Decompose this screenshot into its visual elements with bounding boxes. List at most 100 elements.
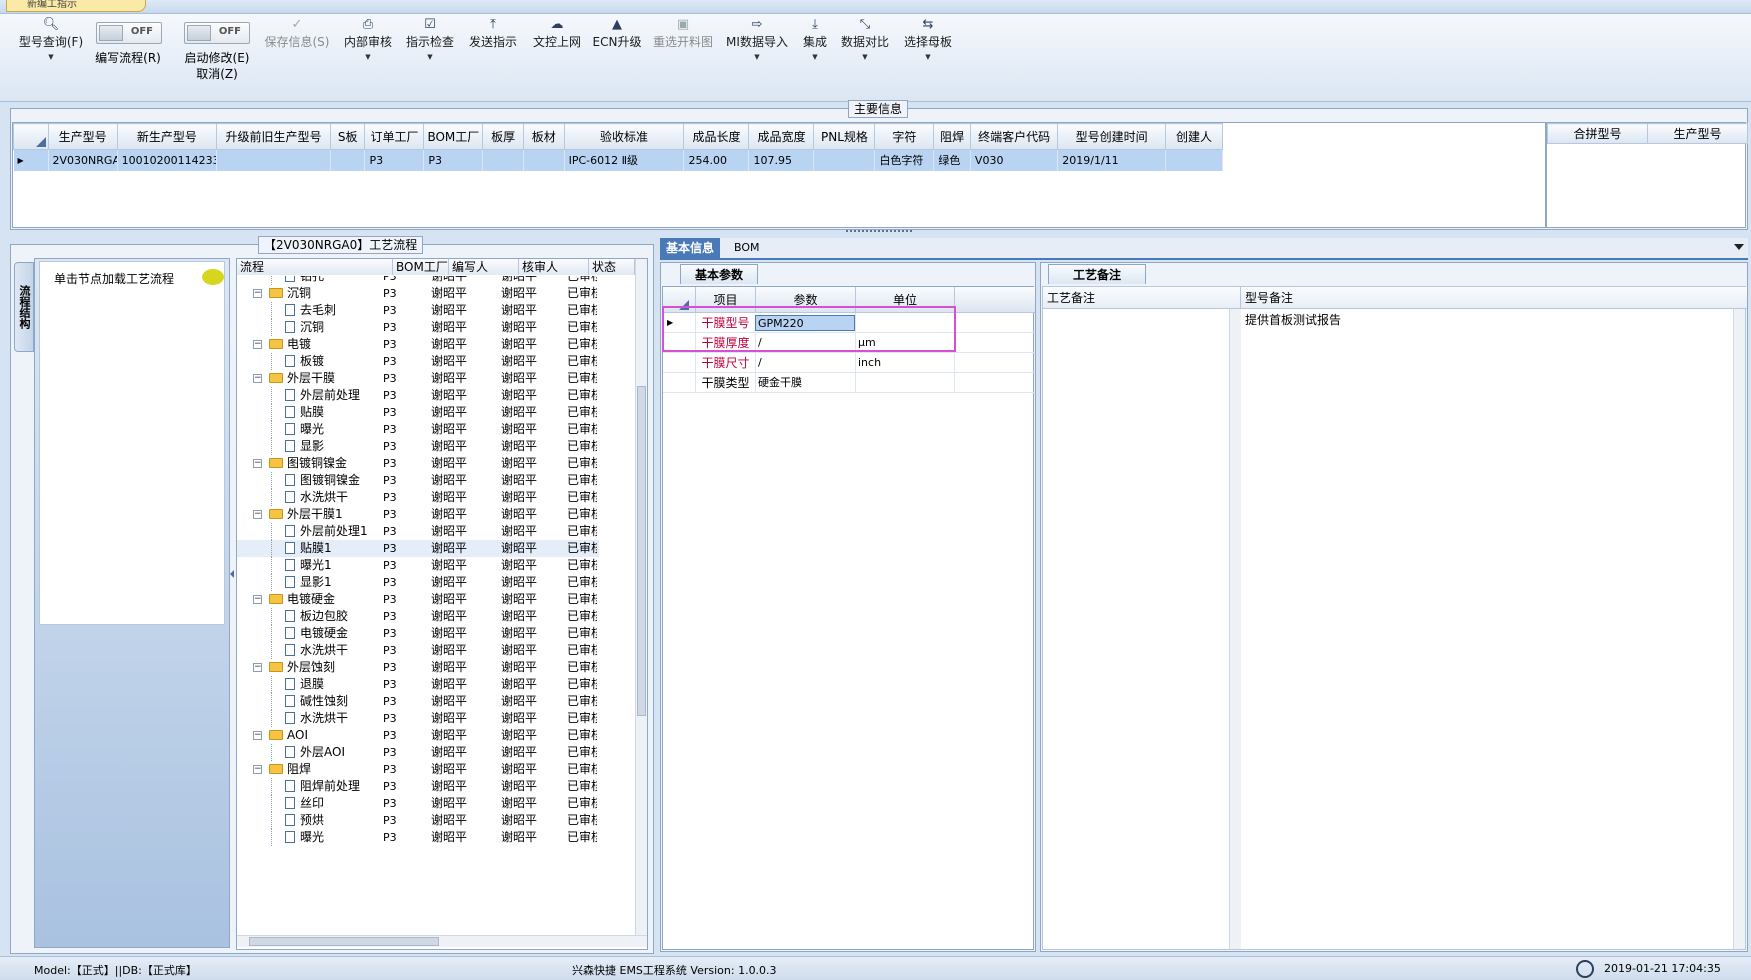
chevron-down-icon[interactable]: ▼ [404, 50, 456, 64]
tree-row[interactable]: 丝印 P3 谢昭平 谢昭平 已审核 [237, 795, 599, 812]
ecn-button[interactable]: ▲ ECN升级 [592, 16, 642, 50]
tree-row[interactable]: − AOI P3 谢昭平 谢昭平 已审核 [237, 727, 599, 744]
tree-row[interactable]: − 沉铜 P3 谢昭平 谢昭平 已审核 [237, 285, 599, 302]
tree-row[interactable]: 显影 P3 谢昭平 谢昭平 已审核 [237, 438, 599, 455]
remark-scrollbar[interactable] [1229, 309, 1241, 949]
collapse-toggle-icon[interactable]: − [253, 595, 262, 604]
chevron-down-icon[interactable]: ▼ [796, 50, 834, 64]
compare-button[interactable]: ⤡ 数据对比 ▼ [840, 16, 890, 64]
write-flow-toggle[interactable]: OFF [96, 22, 162, 44]
tab-bom[interactable]: BOM [728, 238, 766, 258]
main-info-cell[interactable] [216, 149, 331, 171]
flow-hint-box[interactable]: 单击节点加载工艺流程 [39, 261, 225, 625]
main-info-cell[interactable]: V030 [970, 149, 1059, 171]
tree-row[interactable]: − 外层干膜1 P3 谢昭平 谢昭平 已审核 [237, 506, 599, 523]
main-info-cell[interactable]: 254.00 [683, 149, 750, 171]
tree-row[interactable]: 曝光1 P3 谢昭平 谢昭平 已审核 [237, 557, 599, 574]
table-row[interactable]: ▶2V030NRGA010010200114233 P3P3 IPC-6012 Ⅱ级… [13, 149, 1224, 171]
process-remark-textarea[interactable] [1043, 309, 1229, 949]
scroll-thumb[interactable] [637, 386, 646, 716]
main-info-cell[interactable]: 10010200114233 [117, 149, 218, 171]
splitter-handle[interactable] [846, 230, 912, 236]
select-mother-button[interactable]: ⇆ 选择母板 ▼ [902, 16, 954, 64]
tree-row[interactable]: 去毛刺 P3 谢昭平 谢昭平 已审核 [237, 302, 599, 319]
main-info-cell[interactable] [813, 149, 876, 171]
tab-menu-chevron-icon[interactable] [1734, 244, 1744, 250]
chevron-down-icon[interactable]: ▼ [16, 50, 86, 64]
main-info-col-header[interactable]: 升级前旧生产型号 [216, 123, 331, 150]
collapse-toggle-icon[interactable]: − [253, 289, 262, 298]
resend-button[interactable]: ▣ 重选开料图 [650, 16, 716, 50]
tree-row[interactable]: 曝光 P3 谢昭平 谢昭平 已审核 [237, 421, 599, 438]
main-info-cell[interactable]: P3 [423, 149, 484, 171]
document-tab[interactable]: 新编工指示 [6, 0, 146, 12]
cancel-button[interactable]: 取消(Z) [176, 66, 258, 82]
main-info-cell[interactable]: 绿色 [933, 149, 971, 171]
main-info-col-header[interactable]: 字符 [874, 123, 935, 150]
flow-structure-tab[interactable]: 流程结构 [14, 262, 34, 352]
merge-production-model-header[interactable]: 生产型号 [1647, 123, 1748, 144]
main-info-col-header[interactable]: 型号创建时间 [1057, 123, 1166, 150]
tree-row[interactable]: − 图镀铜镍金 P3 谢昭平 谢昭平 已审核 [237, 455, 599, 472]
main-info-col-header[interactable]: 验收标准 [563, 123, 685, 150]
tab-basic-info[interactable]: 基本信息 [660, 238, 721, 258]
tree-row[interactable]: 显影1 P3 谢昭平 谢昭平 已审核 [237, 574, 599, 591]
model-remark-scrollbar[interactable] [1733, 309, 1745, 949]
main-info-col-header[interactable]: 生产型号 [47, 123, 118, 150]
upload-button[interactable]: ☁ 文控上网 [530, 16, 584, 50]
enable-edit-toggle[interactable]: OFF [184, 22, 250, 44]
collapse-toggle-icon[interactable]: − [253, 340, 262, 349]
param-value[interactable]: / [755, 353, 855, 373]
main-info-cell[interactable]: IPC-6012 Ⅱ级 [564, 149, 685, 171]
save-button[interactable]: ✓ 保存信息(S) [262, 16, 332, 50]
tree-row[interactable]: 板边包胶 P3 谢昭平 谢昭平 已审核 [237, 608, 599, 625]
tree-hscrollbar[interactable] [237, 935, 647, 947]
collapse-toggle-icon[interactable]: − [253, 663, 262, 672]
param-row[interactable]: 干膜类型 硬金干膜 [663, 373, 1035, 393]
collapse-toggle-icon[interactable]: − [253, 731, 262, 740]
main-info-cell[interactable]: 2019/1/11 [1057, 149, 1166, 171]
param-value[interactable]: 硬金干膜 [755, 373, 855, 393]
tree-row[interactable]: 贴膜1 P3 谢昭平 谢昭平 已审核 [237, 540, 599, 557]
tree-row[interactable]: 板镀 P3 谢昭平 谢昭平 已审核 [237, 353, 599, 370]
tree-row[interactable]: 外层前处理1 P3 谢昭平 谢昭平 已审核 [237, 523, 599, 540]
chevron-down-icon[interactable]: ▼ [724, 50, 790, 64]
main-info-cell[interactable] [523, 149, 565, 171]
tree-row[interactable]: − 外层干膜 P3 谢昭平 谢昭平 已审核 [237, 370, 599, 387]
main-info-col-header[interactable]: S板 [329, 123, 366, 150]
flow-col-status[interactable]: 状态 [589, 259, 635, 275]
flow-col-reviewer[interactable]: 核审人 [519, 259, 589, 275]
main-info-cell[interactable] [1165, 149, 1224, 171]
tab-basic-params[interactable]: 基本参数 [680, 264, 759, 284]
main-info-col-header[interactable]: 板材 [522, 123, 565, 150]
main-info-col-header[interactable]: 阻焊 [933, 123, 971, 150]
tree-vscrollbar[interactable] [635, 259, 647, 935]
main-info-col-header[interactable]: 终端客户代码 [969, 123, 1059, 150]
tree-row[interactable]: 阻焊前处理 P3 谢昭平 谢昭平 已审核 [237, 778, 599, 795]
model-remark-textarea[interactable]: 提供首板测试报告 [1243, 311, 1731, 947]
flow-col-bom[interactable]: BOM工厂 [393, 259, 449, 275]
tree-row[interactable]: 水洗烘干 P3 谢昭平 谢昭平 已审核 [237, 710, 599, 727]
tree-row[interactable]: − 电镀 P3 谢昭平 谢昭平 已审核 [237, 336, 599, 353]
tree-row[interactable]: − 阻焊 P3 谢昭平 谢昭平 已审核 [237, 761, 599, 778]
tree-row[interactable]: 退膜 P3 谢昭平 谢昭平 已审核 [237, 676, 599, 693]
main-info-cell[interactable] [482, 149, 524, 171]
tree-row[interactable]: 电镀硬金 P3 谢昭平 谢昭平 已审核 [237, 625, 599, 642]
tree-row[interactable]: − 电镀硬金 P3 谢昭平 谢昭平 已审核 [237, 591, 599, 608]
main-info-cell[interactable]: P3 [364, 149, 425, 171]
tree-row[interactable]: 水洗烘干 P3 谢昭平 谢昭平 已审核 [237, 489, 599, 506]
internal-review-button[interactable]: ⎙ 内部审核 ▼ [342, 16, 394, 64]
merge-model-header[interactable]: 合拼型号 [1547, 123, 1648, 144]
tree-row[interactable]: − 外层蚀刻 P3 谢昭平 谢昭平 已审核 [237, 659, 599, 676]
collapse-toggle-icon[interactable]: − [253, 459, 262, 468]
tree-row[interactable]: 贴膜 P3 谢昭平 谢昭平 已审核 [237, 404, 599, 421]
main-info-cell[interactable]: 2V030NRGA0 [48, 149, 118, 171]
param-row[interactable]: 干膜尺寸 / inch [663, 353, 1035, 373]
collapse-arrow-icon[interactable] [230, 570, 234, 578]
chevron-down-icon[interactable]: ▼ [902, 50, 954, 64]
main-info-col-header[interactable]: BOM工厂 [423, 123, 484, 150]
tree-row[interactable]: 外层AOI P3 谢昭平 谢昭平 已审核 [237, 744, 599, 761]
tree-row[interactable]: 外层前处理 P3 谢昭平 谢昭平 已审核 [237, 387, 599, 404]
param-unit[interactable] [855, 373, 955, 393]
param-unit[interactable]: inch [855, 353, 955, 373]
